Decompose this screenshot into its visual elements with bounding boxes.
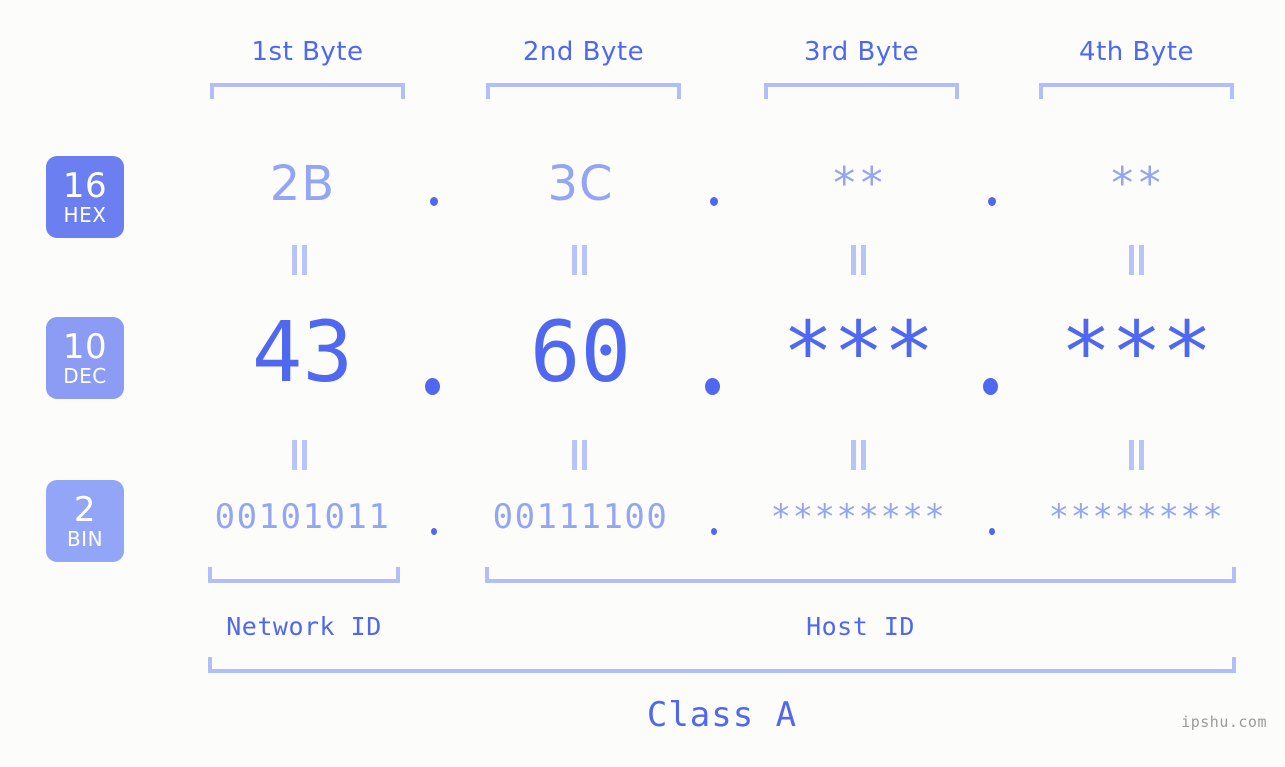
class-bracket xyxy=(208,657,1236,673)
base-badge-hex-label: HEX xyxy=(63,202,107,227)
equals-connector-hex-dec-2 xyxy=(571,245,589,275)
network-id-label: Network ID xyxy=(226,612,382,641)
base-badge-hex[interactable]: 16 HEX xyxy=(46,156,124,238)
bin-byte-2: 00111100 xyxy=(492,497,669,537)
dec-byte-1: 43 xyxy=(251,303,354,401)
dec-separator-dot-2 xyxy=(705,378,720,395)
byte-header-2: 2nd Byte xyxy=(522,37,645,67)
hex-separator-dot-1 xyxy=(430,197,438,206)
equals-connector-hex-dec-1 xyxy=(291,245,309,275)
bin-separator-dot-2 xyxy=(711,528,717,535)
dec-separator-dot-1 xyxy=(425,378,440,395)
equals-connector-hex-dec-4 xyxy=(1128,245,1146,275)
byte-bracket-top-1 xyxy=(210,83,405,99)
bin-separator-dot-3 xyxy=(989,528,995,535)
dec-byte-2: 60 xyxy=(529,303,632,401)
watermark: ipshu.com xyxy=(1181,713,1267,731)
base-badge-hex-number: 16 xyxy=(62,165,108,206)
bin-byte-3: ******** xyxy=(770,497,947,537)
base-badge-dec[interactable]: 10 DEC xyxy=(46,317,124,399)
dec-byte-4: *** xyxy=(1060,303,1213,401)
host-id-label: Host ID xyxy=(806,612,915,641)
equals-connector-dec-bin-3 xyxy=(850,440,868,470)
byte-bracket-top-2 xyxy=(486,83,681,99)
hex-byte-4: ** xyxy=(1109,158,1164,209)
byte-header-3: 3rd Byte xyxy=(804,37,919,67)
hex-separator-dot-2 xyxy=(710,197,718,206)
equals-connector-dec-bin-2 xyxy=(571,440,589,470)
base-badge-dec-label: DEC xyxy=(63,363,107,388)
dec-separator-dot-3 xyxy=(983,378,998,395)
dec-byte-3: *** xyxy=(782,303,935,401)
network-id-bracket xyxy=(208,567,400,583)
base-badge-bin-number: 2 xyxy=(73,489,97,530)
bin-byte-1: 00101011 xyxy=(214,497,391,537)
hex-separator-dot-3 xyxy=(988,197,996,206)
host-id-bracket xyxy=(485,567,1236,583)
byte-bracket-top-4 xyxy=(1039,83,1234,99)
equals-connector-dec-bin-4 xyxy=(1128,440,1146,470)
equals-connector-hex-dec-3 xyxy=(850,245,868,275)
byte-header-1: 1st Byte xyxy=(251,37,364,67)
equals-connector-dec-bin-1 xyxy=(291,440,309,470)
bin-byte-4: ******** xyxy=(1048,497,1225,537)
base-badge-bin-label: BIN xyxy=(66,526,104,551)
byte-header-4: 4th Byte xyxy=(1079,37,1194,67)
hex-byte-3: ** xyxy=(831,158,886,209)
base-badge-bin[interactable]: 2 BIN xyxy=(46,480,124,562)
byte-bracket-top-3 xyxy=(764,83,959,99)
hex-byte-2: 3C xyxy=(547,156,614,212)
hex-byte-1: 2B xyxy=(269,156,336,212)
ip-address-breakdown-diagram: 1st Byte 2nd Byte 3rd Byte 4th Byte 16 H… xyxy=(0,0,1285,767)
bin-separator-dot-1 xyxy=(431,528,437,535)
base-badge-dec-number: 10 xyxy=(62,326,108,367)
class-label: Class A xyxy=(646,695,798,735)
